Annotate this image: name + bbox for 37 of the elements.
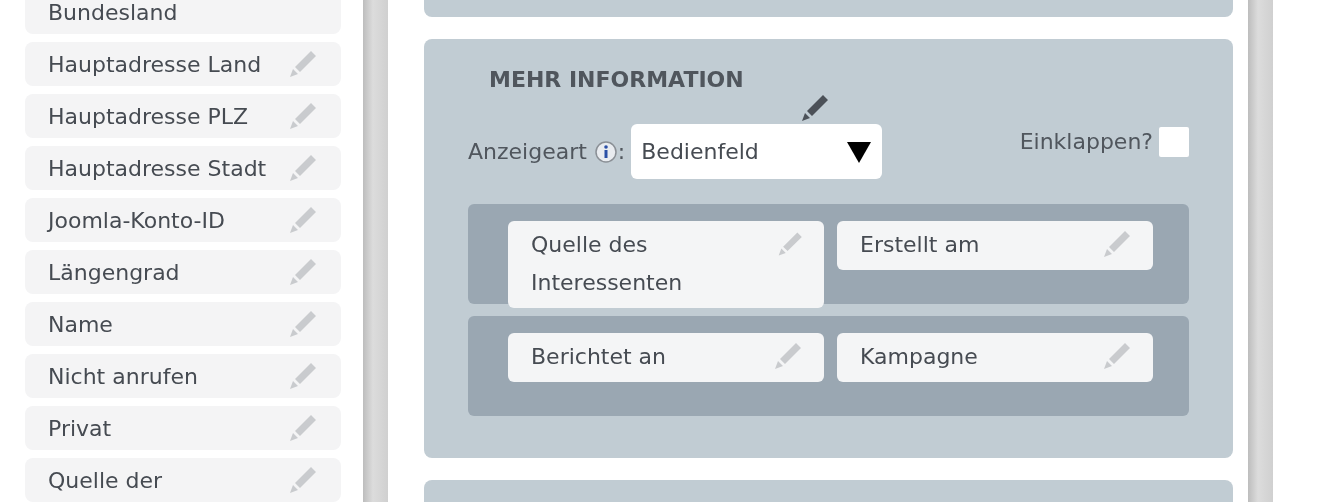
- display-type-label: Anzeigeart: [468, 139, 587, 164]
- field-label: Längengrad: [48, 259, 180, 285]
- field-item[interactable]: Längengrad: [25, 250, 341, 294]
- field-label: Name: [48, 311, 113, 337]
- field-item[interactable]: Joomla-Konto-ID: [25, 198, 341, 242]
- field-label: Hauptadresse PLZ: [48, 103, 249, 129]
- field-item[interactable]: Name: [25, 302, 341, 346]
- field-card[interactable]: Kampagne: [837, 333, 1153, 382]
- display-type-select[interactable]: Bedienfeld: [631, 124, 883, 179]
- panel-title: MEHR INFORMATION: [489, 67, 745, 92]
- field-item[interactable]: Hauptadresse Land: [25, 42, 341, 86]
- field-label: Joomla-Konto-ID: [48, 207, 225, 233]
- field-item[interactable]: Quelle der: [25, 458, 341, 502]
- field-label: Quelle des Interessenten: [531, 231, 684, 297]
- info-icon[interactable]: [593, 139, 618, 164]
- field-item[interactable]: Hauptadresse PLZ: [25, 94, 341, 138]
- field-item[interactable]: Bundesland: [25, 0, 341, 34]
- collapse-label: Einklappen?: [1019, 129, 1153, 154]
- field-label: Hauptadresse Land: [48, 51, 262, 77]
- field-label: Bundesland: [48, 0, 178, 25]
- field-card[interactable]: Quelle des Interessenten: [508, 221, 824, 308]
- field-card[interactable]: Erstellt am: [837, 221, 1153, 270]
- field-item[interactable]: Hauptadresse Stadt: [25, 146, 341, 190]
- field-label: Nicht anrufen: [48, 363, 198, 389]
- field-label: Berichtet an: [531, 343, 667, 371]
- field-item[interactable]: Privat: [25, 406, 341, 450]
- caret-icon: [846, 139, 873, 164]
- field-card[interactable]: Berichtet an: [508, 333, 824, 382]
- field-label: Kampagne: [860, 343, 978, 371]
- field-label: Erstellt am: [860, 231, 980, 259]
- colon: :: [617, 139, 626, 164]
- field-item[interactable]: Nicht anrufen: [25, 354, 341, 398]
- field-label: Hauptadresse Stadt: [48, 155, 267, 181]
- collapse-checkbox[interactable]: [1159, 126, 1189, 157]
- field-label: Quelle der: [48, 467, 163, 493]
- field-label: Privat: [48, 415, 112, 441]
- pencil-icon[interactable]: [799, 92, 831, 124]
